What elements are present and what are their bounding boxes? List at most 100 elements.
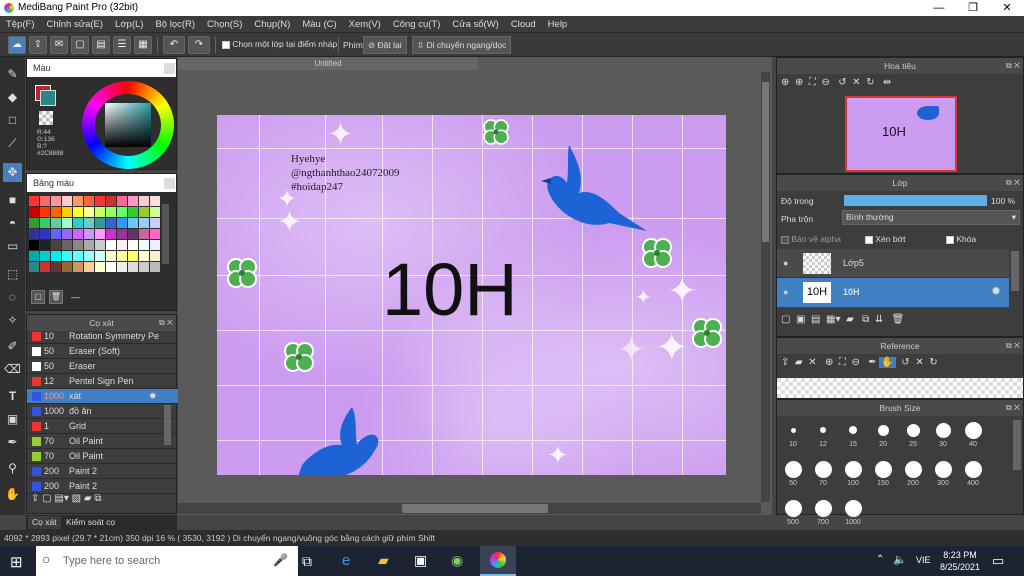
brush-list-scrollbar[interactable]	[164, 405, 171, 445]
duplicate-layer-icon[interactable]: ⧉	[862, 314, 869, 325]
flip-icon[interactable]: ⇹	[883, 77, 891, 88]
list-item[interactable]: 50 Eraser	[27, 359, 187, 374]
folder-icon[interactable]: ▰	[846, 314, 854, 325]
sample-merged-checkbox[interactable]	[222, 40, 230, 49]
task-view-icon[interactable]: ⧉	[302, 553, 312, 570]
brush-size-option[interactable]: 70	[809, 459, 837, 487]
brush-size-option[interactable]: 40	[959, 420, 987, 448]
clipping-option[interactable]: Xén bớt	[865, 234, 906, 244]
fit-icon[interactable]: ⛶	[809, 77, 816, 88]
list-icon[interactable]: ☰	[113, 36, 131, 54]
new-8bit-layer-icon[interactable]: ▤	[811, 314, 820, 325]
new-brush-icon[interactable]: ▢	[42, 493, 51, 504]
rotate-right-icon[interactable]: ↻	[866, 77, 874, 88]
palette-swatches[interactable]	[29, 196, 160, 284]
brush-dropdown-icon[interactable]: ▤▾	[54, 493, 68, 504]
gear-icon[interactable]: ✹	[991, 284, 1001, 298]
save-icon[interactable]: ▤	[92, 36, 110, 54]
drawing-canvas[interactable]: ✦ ✦ ✦ ✦ ✦ ✦ ✦ ✦ Hyehye @ngthanhthao24072…	[217, 115, 726, 475]
divide-tool-icon[interactable]: ▣	[3, 410, 22, 429]
list-item[interactable]: 1000 đồ ăn	[27, 404, 187, 419]
notification-icon[interactable]: ▭	[992, 553, 1004, 569]
menu-select[interactable]: Chọn(S)	[201, 16, 248, 33]
grid-icon[interactable]: ▦	[134, 36, 152, 54]
new-halftone-layer-icon[interactable]: ▣	[796, 314, 805, 325]
sample-merged-option[interactable]: Chọn một lớp tại điểm nháp	[222, 39, 337, 49]
menu-help[interactable]: Help	[542, 16, 574, 33]
lock-option[interactable]: Khóa	[946, 234, 976, 244]
delete-layer-icon[interactable]: 🗑	[892, 314, 905, 325]
minimize-button[interactable]: —	[922, 0, 956, 16]
zoom-in-icon[interactable]: ⊕	[781, 77, 789, 88]
select-eraser-tool-icon[interactable]: ⌫	[3, 360, 22, 379]
brush-size-option[interactable]: 500	[779, 498, 807, 526]
upload-icon[interactable]: ⇪	[781, 357, 789, 368]
windows-start-icon[interactable]: ⊞	[10, 553, 23, 571]
brush-size-option[interactable]: 100	[839, 459, 867, 487]
opacity-slider[interactable]	[844, 195, 987, 206]
dot-tool-icon[interactable]: □	[3, 111, 22, 130]
rotate-right-icon[interactable]: ↻	[929, 357, 937, 368]
visibility-icon[interactable]: ●	[783, 287, 788, 297]
panel-close-icon[interactable]: ⧉ ✕	[1006, 175, 1020, 191]
bucket-tool-icon[interactable]: ◓	[3, 214, 22, 233]
list-item[interactable]: 70 Oil Paint	[27, 434, 187, 449]
lock-checkbox[interactable]	[946, 235, 954, 244]
text-tool-icon[interactable]: T	[3, 387, 22, 406]
brush-size-option[interactable]: 20	[869, 420, 897, 448]
move-straight-button[interactable]: ⇳ Di chuyển ngang/dọc	[412, 36, 512, 54]
microphone-icon[interactable]: 🎤	[273, 553, 288, 567]
move-tool-icon[interactable]: ✥	[3, 163, 22, 182]
rotate-left-icon[interactable]: ↺	[901, 357, 909, 368]
brush-size-option[interactable]: 50	[779, 459, 807, 487]
menu-filter[interactable]: Bộ lọc(R)	[149, 16, 201, 33]
reset-rotation-icon[interactable]: ✕	[852, 77, 860, 88]
chevron-up-icon[interactable]: ⌃	[876, 554, 884, 565]
zoom-out-icon[interactable]: ⊖	[821, 77, 829, 88]
palette-scrollbar[interactable]	[162, 204, 169, 264]
panel-collapse-icon[interactable]	[164, 178, 175, 189]
brush-size-option[interactable]: 700	[809, 498, 837, 526]
list-item[interactable]: 200 Paint 2	[27, 479, 187, 494]
protect-alpha-checkbox[interactable]	[781, 235, 789, 244]
file-explorer-icon[interactable]: ▰	[378, 552, 389, 569]
hand-icon[interactable]: ✋	[879, 357, 896, 368]
duplicate-icon[interactable]: ⧉	[94, 493, 101, 504]
brush-size-option[interactable]: 15	[839, 420, 867, 448]
hand-tool-icon[interactable]: ✋	[3, 485, 22, 504]
lasso-tool-icon[interactable]: ◌	[3, 288, 22, 307]
brush-size-option[interactable]: 200	[899, 459, 927, 487]
panel-close-icon[interactable]: ⧉ ✕	[1006, 338, 1020, 354]
brush-size-option[interactable]: 25	[899, 420, 927, 448]
list-item[interactable]: 1 Grid	[27, 419, 187, 434]
menu-edit[interactable]: Chỉnh sửa(E)	[41, 16, 110, 33]
edge-browser-icon[interactable]: e	[342, 552, 350, 569]
color-wheel[interactable]	[82, 81, 174, 169]
volume-icon[interactable]: 🔈	[893, 553, 907, 566]
close-icon[interactable]: ✕	[808, 357, 816, 368]
blend-mode-select[interactable]: Bình thường ▾	[842, 210, 1020, 225]
brush-size-option[interactable]: 30	[929, 420, 957, 448]
merge-layer-icon[interactable]: ⇊	[875, 314, 883, 325]
folder-icon[interactable]: ▰	[84, 493, 92, 504]
select-tool-icon[interactable]: ⬚	[3, 265, 22, 284]
brush-tool-icon[interactable]: ✎	[3, 65, 22, 84]
list-item[interactable]: 1000 xát ✹	[27, 389, 187, 404]
protect-alpha-option[interactable]: Bảo vệ alpha	[781, 234, 841, 244]
add-layer-dropdown-icon[interactable]: ▦▾	[826, 314, 840, 325]
menu-view[interactable]: Xem(V)	[343, 16, 387, 33]
eraser-tool-icon[interactable]: ◆	[3, 88, 22, 107]
menu-layer[interactable]: Lớp(L)	[109, 16, 149, 33]
redo-icon[interactable]: ↷	[188, 36, 210, 54]
tab-brush-control[interactable]: Kiểm soát cọ	[62, 516, 119, 529]
gradient-tool-icon[interactable]: ▭	[3, 237, 22, 256]
panel-collapse-icon[interactable]	[164, 63, 175, 74]
palette-menu-icon[interactable]: —	[71, 292, 80, 302]
reset-rotation-icon[interactable]: ✕	[915, 357, 923, 368]
rotate-left-icon[interactable]: ↺	[838, 77, 846, 88]
open-folder-icon[interactable]: ▰	[795, 357, 803, 368]
gear-icon[interactable]: ✹	[149, 389, 157, 404]
menu-cloud[interactable]: Cloud	[505, 16, 542, 33]
eyedropper-alt-icon[interactable]: ⚲	[3, 459, 22, 478]
saturation-value-square[interactable]	[105, 103, 151, 147]
